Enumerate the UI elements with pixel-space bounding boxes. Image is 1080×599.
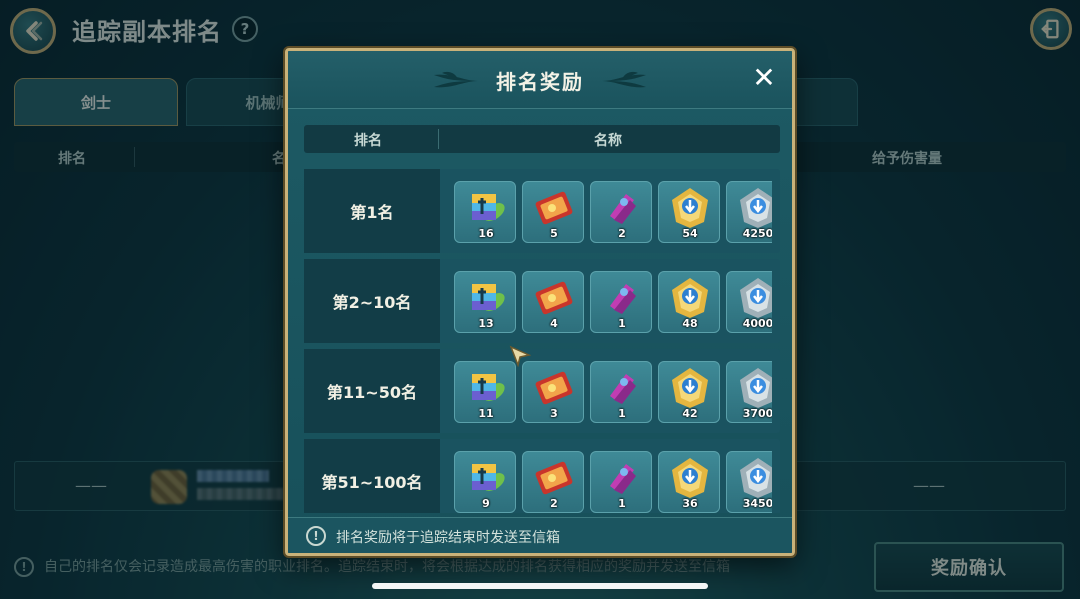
silver-medal-icon bbox=[740, 368, 772, 408]
info-icon: ! bbox=[306, 526, 326, 546]
reward-item-silver-medal[interactable]: 4250 bbox=[726, 181, 772, 243]
reward-item-scroll[interactable]: 4 bbox=[522, 271, 584, 333]
reward-row: 第1名 16 5 2 54 4250 bbox=[304, 169, 780, 253]
reward-item-scroll[interactable]: 2 bbox=[522, 451, 584, 513]
purple-crystal-icon bbox=[610, 464, 636, 494]
reward-item-book[interactable]: 11 bbox=[454, 361, 516, 423]
leaf-ornament-icon bbox=[602, 71, 646, 88]
reward-item-book[interactable]: 13 bbox=[454, 271, 516, 333]
item-quantity: 11 bbox=[478, 407, 494, 420]
reward-item-scroll[interactable]: 5 bbox=[522, 181, 584, 243]
item-quantity: 48 bbox=[682, 317, 698, 330]
item-quantity: 54 bbox=[682, 227, 698, 240]
reward-item-silver-medal[interactable]: 3450 bbox=[726, 451, 772, 513]
rank-label: 第1名 bbox=[304, 169, 440, 253]
rainbow-book-icon bbox=[472, 464, 505, 491]
item-quantity: 3450 bbox=[742, 497, 772, 510]
item-quantity: 4 bbox=[550, 317, 558, 330]
gold-medal-icon bbox=[672, 188, 708, 228]
item-quantity: 42 bbox=[682, 407, 698, 420]
gold-medal-icon bbox=[672, 458, 708, 498]
item-quantity: 4000 bbox=[742, 317, 772, 330]
purple-crystal-icon bbox=[610, 284, 636, 314]
item-quantity: 1 bbox=[618, 407, 626, 420]
rank-reward-dialog: 排名奖励 ✕ 排名 名称 第1名 16 5 2 54 4250 第2~10名 1… bbox=[285, 48, 795, 556]
reward-item-crystal[interactable]: 1 bbox=[590, 361, 652, 423]
header-rank: 排名 bbox=[354, 133, 382, 149]
rank-label: 第51~100名 bbox=[304, 439, 440, 513]
red-scroll-icon bbox=[535, 191, 573, 225]
item-quantity: 5 bbox=[550, 227, 558, 240]
red-scroll-icon bbox=[535, 371, 573, 405]
item-quantity: 9 bbox=[482, 497, 490, 510]
item-quantity: 1 bbox=[618, 317, 626, 330]
home-indicator[interactable] bbox=[372, 583, 708, 589]
close-button[interactable]: ✕ bbox=[750, 64, 778, 93]
red-scroll-icon bbox=[535, 281, 573, 315]
red-scroll-icon bbox=[535, 461, 573, 495]
purple-crystal-icon bbox=[610, 374, 636, 404]
reward-items: 13 4 1 48 4000 bbox=[454, 271, 772, 333]
reward-table-header: 排名 名称 bbox=[304, 125, 780, 153]
reward-row: 第11~50名 11 3 1 42 3700 bbox=[304, 349, 780, 433]
silver-medal-icon bbox=[740, 188, 772, 228]
rainbow-book-icon bbox=[472, 374, 505, 401]
reward-row: 第2~10名 13 4 1 48 4000 bbox=[304, 259, 780, 343]
pointer-cursor-icon bbox=[509, 345, 531, 367]
reward-row: 第51~100名 9 2 1 36 3450 bbox=[304, 439, 780, 513]
reward-item-silver-medal[interactable]: 3700 bbox=[726, 361, 772, 423]
dialog-footer: ! 排名奖励将于追踪结束时发送至信箱 bbox=[288, 517, 792, 553]
item-quantity: 4250 bbox=[742, 227, 772, 240]
dialog-title: 排名奖励 bbox=[496, 70, 584, 94]
reward-item-book[interactable]: 16 bbox=[454, 181, 516, 243]
dialog-footer-note: 排名奖励将于追踪结束时发送至信箱 bbox=[336, 530, 560, 546]
rainbow-book-icon bbox=[472, 194, 505, 221]
reward-item-gold-medal[interactable]: 54 bbox=[658, 181, 720, 243]
header-item-name: 名称 bbox=[594, 133, 622, 149]
reward-item-scroll[interactable]: 3 bbox=[522, 361, 584, 423]
item-quantity: 3700 bbox=[742, 407, 772, 420]
reward-items: 16 5 2 54 4250 bbox=[454, 181, 772, 243]
reward-item-book[interactable]: 9 bbox=[454, 451, 516, 513]
reward-item-silver-medal[interactable]: 4000 bbox=[726, 271, 772, 333]
rainbow-book-icon bbox=[472, 284, 505, 311]
silver-medal-icon bbox=[740, 278, 772, 318]
reward-items: 11 3 1 42 3700 bbox=[454, 361, 772, 423]
item-quantity: 1 bbox=[618, 497, 626, 510]
rank-label: 第11~50名 bbox=[304, 349, 440, 433]
rank-label: 第2~10名 bbox=[304, 259, 440, 343]
item-quantity: 2 bbox=[550, 497, 558, 510]
dialog-header: 排名奖励 ✕ bbox=[288, 51, 792, 109]
silver-medal-icon bbox=[740, 458, 772, 498]
reward-item-gold-medal[interactable]: 42 bbox=[658, 361, 720, 423]
header-divider bbox=[438, 129, 439, 149]
gold-medal-icon bbox=[672, 278, 708, 318]
reward-items: 9 2 1 36 3450 bbox=[454, 451, 772, 513]
purple-crystal-icon bbox=[610, 194, 636, 224]
reward-item-crystal[interactable]: 2 bbox=[590, 181, 652, 243]
reward-item-crystal[interactable]: 1 bbox=[590, 451, 652, 513]
reward-item-gold-medal[interactable]: 48 bbox=[658, 271, 720, 333]
item-quantity: 36 bbox=[682, 497, 698, 510]
item-quantity: 2 bbox=[618, 227, 626, 240]
item-quantity: 13 bbox=[478, 317, 494, 330]
item-quantity: 3 bbox=[550, 407, 558, 420]
item-quantity: 16 bbox=[478, 227, 494, 240]
reward-item-crystal[interactable]: 1 bbox=[590, 271, 652, 333]
reward-item-gold-medal[interactable]: 36 bbox=[658, 451, 720, 513]
reward-rows[interactable]: 第1名 16 5 2 54 4250 第2~10名 13 4 1 48 4000… bbox=[304, 169, 780, 513]
gold-medal-icon bbox=[672, 368, 708, 408]
